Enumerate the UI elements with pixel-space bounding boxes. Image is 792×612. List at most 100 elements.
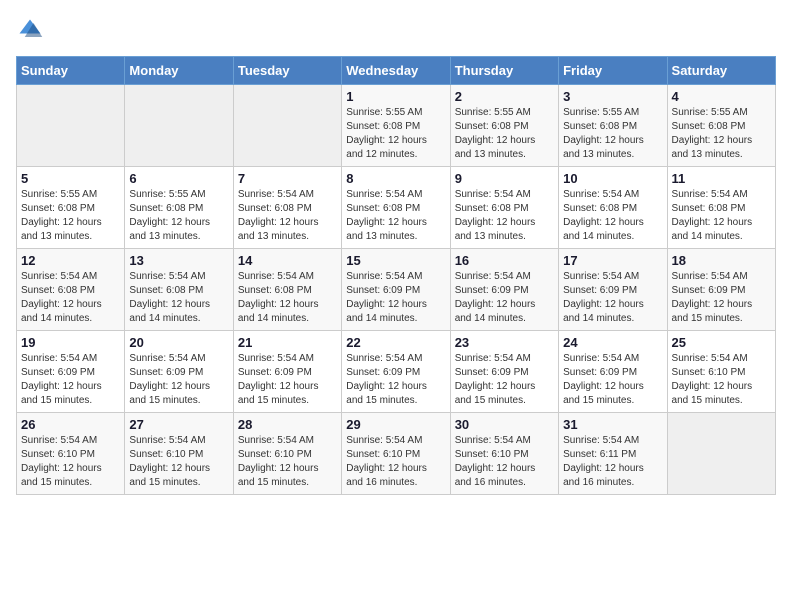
day-info: Sunrise: 5:54 AM Sunset: 6:08 PM Dayligh… <box>455 188 554 244</box>
day-number: 5 <box>21 171 120 186</box>
day-number: 10 <box>563 171 662 186</box>
calendar-day-29: 29 Sunrise: 5:54 AM Sunset: 6:10 PM Dayli… <box>342 413 450 495</box>
weekday-header-thursday: Thursday <box>450 57 558 85</box>
day-number: 8 <box>346 171 445 186</box>
calendar-day-11: 11 Sunrise: 5:54 AM Sunset: 6:08 PM Dayli… <box>667 167 775 249</box>
calendar-empty-cell <box>125 85 233 167</box>
day-info: Sunrise: 5:54 AM Sunset: 6:09 PM Dayligh… <box>346 352 445 408</box>
day-number: 21 <box>238 335 337 350</box>
day-info: Sunrise: 5:54 AM Sunset: 6:10 PM Dayligh… <box>346 434 445 490</box>
calendar-week-row: 12Sunrise: 5:54 AM Sunset: 6:08 PM Dayli… <box>17 249 776 331</box>
day-info: Sunrise: 5:54 AM Sunset: 6:09 PM Dayligh… <box>21 352 120 408</box>
day-info: Sunrise: 5:55 AM Sunset: 6:08 PM Dayligh… <box>346 106 445 162</box>
day-info: Sunrise: 5:54 AM Sunset: 6:11 PM Dayligh… <box>563 434 662 490</box>
weekday-header-row: SundayMondayTuesdayWednesdayThursdayFrid… <box>17 57 776 85</box>
calendar-day-31: 31 Sunrise: 5:54 AM Sunset: 6:11 PM Dayli… <box>559 413 667 495</box>
day-info: Sunrise: 5:54 AM Sunset: 6:08 PM Dayligh… <box>238 188 337 244</box>
day-number: 19 <box>21 335 120 350</box>
day-number: 26 <box>21 417 120 432</box>
day-info: Sunrise: 5:55 AM Sunset: 6:08 PM Dayligh… <box>672 106 771 162</box>
calendar-day-19: 19 Sunrise: 5:54 AM Sunset: 6:09 PM Dayli… <box>17 331 125 413</box>
day-number: 7 <box>238 171 337 186</box>
calendar-day-28: 28 Sunrise: 5:54 AM Sunset: 6:10 PM Dayli… <box>233 413 341 495</box>
day-number: 23 <box>455 335 554 350</box>
calendar-day-7: 7 Sunrise: 5:54 AM Sunset: 6:08 PM Daylig… <box>233 167 341 249</box>
day-number: 3 <box>563 89 662 104</box>
calendar-day-27: 27 Sunrise: 5:54 AM Sunset: 6:10 PM Dayli… <box>125 413 233 495</box>
day-info: Sunrise: 5:54 AM Sunset: 6:09 PM Dayligh… <box>238 352 337 408</box>
day-number: 31 <box>563 417 662 432</box>
day-number: 29 <box>346 417 445 432</box>
day-info: Sunrise: 5:54 AM Sunset: 6:08 PM Dayligh… <box>672 188 771 244</box>
day-info: Sunrise: 5:54 AM Sunset: 6:09 PM Dayligh… <box>346 270 445 326</box>
calendar-day-5: 5 Sunrise: 5:55 AM Sunset: 6:08 PM Daylig… <box>17 167 125 249</box>
calendar-day-3: 3 Sunrise: 5:55 AM Sunset: 6:08 PM Daylig… <box>559 85 667 167</box>
day-number: 17 <box>563 253 662 268</box>
day-info: Sunrise: 5:55 AM Sunset: 6:08 PM Dayligh… <box>455 106 554 162</box>
day-number: 14 <box>238 253 337 268</box>
day-number: 28 <box>238 417 337 432</box>
day-number: 1 <box>346 89 445 104</box>
calendar-empty-cell <box>233 85 341 167</box>
weekday-header-wednesday: Wednesday <box>342 57 450 85</box>
weekday-header-saturday: Saturday <box>667 57 775 85</box>
calendar-day-16: 16 Sunrise: 5:54 AM Sunset: 6:09 PM Dayli… <box>450 249 558 331</box>
calendar-empty-cell <box>17 85 125 167</box>
day-info: Sunrise: 5:54 AM Sunset: 6:09 PM Dayligh… <box>563 270 662 326</box>
day-info: Sunrise: 5:54 AM Sunset: 6:10 PM Dayligh… <box>672 352 771 408</box>
calendar-day-26: 26 Sunrise: 5:54 AM Sunset: 6:10 PM Dayli… <box>17 413 125 495</box>
day-number: 13 <box>129 253 228 268</box>
calendar-day-10: 10 Sunrise: 5:54 AM Sunset: 6:08 PM Dayli… <box>559 167 667 249</box>
day-info: Sunrise: 5:55 AM Sunset: 6:08 PM Dayligh… <box>129 188 228 244</box>
calendar-table: SundayMondayTuesdayWednesdayThursdayFrid… <box>16 56 776 495</box>
day-number: 22 <box>346 335 445 350</box>
weekday-header-tuesday: Tuesday <box>233 57 341 85</box>
calendar-day-22: 22 Sunrise: 5:54 AM Sunset: 6:09 PM Dayli… <box>342 331 450 413</box>
calendar-day-18: 18Sunrise: 5:54 AM Sunset: 6:09 PM Dayli… <box>667 249 775 331</box>
calendar-day-25: 25Sunrise: 5:54 AM Sunset: 6:10 PM Dayli… <box>667 331 775 413</box>
calendar-day-15: 15 Sunrise: 5:54 AM Sunset: 6:09 PM Dayli… <box>342 249 450 331</box>
day-info: Sunrise: 5:55 AM Sunset: 6:08 PM Dayligh… <box>21 188 120 244</box>
calendar-day-2: 2 Sunrise: 5:55 AM Sunset: 6:08 PM Daylig… <box>450 85 558 167</box>
page-header <box>16 16 776 44</box>
calendar-day-23: 23Sunrise: 5:54 AM Sunset: 6:09 PM Dayli… <box>450 331 558 413</box>
day-number: 11 <box>672 171 771 186</box>
day-info: Sunrise: 5:54 AM Sunset: 6:10 PM Dayligh… <box>238 434 337 490</box>
day-number: 15 <box>346 253 445 268</box>
day-info: Sunrise: 5:54 AM Sunset: 6:08 PM Dayligh… <box>238 270 337 326</box>
day-number: 27 <box>129 417 228 432</box>
day-info: Sunrise: 5:54 AM Sunset: 6:08 PM Dayligh… <box>21 270 120 326</box>
day-number: 16 <box>455 253 554 268</box>
day-info: Sunrise: 5:54 AM Sunset: 6:08 PM Dayligh… <box>129 270 228 326</box>
calendar-week-row: 26 Sunrise: 5:54 AM Sunset: 6:10 PM Dayli… <box>17 413 776 495</box>
day-number: 30 <box>455 417 554 432</box>
day-number: 2 <box>455 89 554 104</box>
calendar-day-17: 17 Sunrise: 5:54 AM Sunset: 6:09 PM Dayli… <box>559 249 667 331</box>
weekday-header-sunday: Sunday <box>17 57 125 85</box>
calendar-day-1: 1 Sunrise: 5:55 AM Sunset: 6:08 PM Daylig… <box>342 85 450 167</box>
day-info: Sunrise: 5:54 AM Sunset: 6:09 PM Dayligh… <box>455 270 554 326</box>
calendar-day-8: 8 Sunrise: 5:54 AM Sunset: 6:08 PM Daylig… <box>342 167 450 249</box>
calendar-day-9: 9 Sunrise: 5:54 AM Sunset: 6:08 PM Daylig… <box>450 167 558 249</box>
day-number: 24 <box>563 335 662 350</box>
day-number: 20 <box>129 335 228 350</box>
calendar-day-13: 13 Sunrise: 5:54 AM Sunset: 6:08 PM Dayli… <box>125 249 233 331</box>
day-info: Sunrise: 5:54 AM Sunset: 6:10 PM Dayligh… <box>21 434 120 490</box>
calendar-day-12: 12Sunrise: 5:54 AM Sunset: 6:08 PM Dayli… <box>17 249 125 331</box>
calendar-week-row: 1 Sunrise: 5:55 AM Sunset: 6:08 PM Daylig… <box>17 85 776 167</box>
day-info: Sunrise: 5:54 AM Sunset: 6:08 PM Dayligh… <box>346 188 445 244</box>
calendar-day-14: 14 Sunrise: 5:54 AM Sunset: 6:08 PM Dayli… <box>233 249 341 331</box>
day-info: Sunrise: 5:54 AM Sunset: 6:08 PM Dayligh… <box>563 188 662 244</box>
logo <box>16 16 48 44</box>
day-number: 9 <box>455 171 554 186</box>
weekday-header-monday: Monday <box>125 57 233 85</box>
calendar-day-24: 24 Sunrise: 5:54 AM Sunset: 6:09 PM Dayli… <box>559 331 667 413</box>
day-number: 18 <box>672 253 771 268</box>
calendar-empty-cell <box>667 413 775 495</box>
calendar-day-30: 30 Sunrise: 5:54 AM Sunset: 6:10 PM Dayli… <box>450 413 558 495</box>
calendar-week-row: 5 Sunrise: 5:55 AM Sunset: 6:08 PM Daylig… <box>17 167 776 249</box>
day-info: Sunrise: 5:54 AM Sunset: 6:10 PM Dayligh… <box>455 434 554 490</box>
day-info: Sunrise: 5:54 AM Sunset: 6:10 PM Dayligh… <box>129 434 228 490</box>
day-info: Sunrise: 5:55 AM Sunset: 6:08 PM Dayligh… <box>563 106 662 162</box>
day-info: Sunrise: 5:54 AM Sunset: 6:09 PM Dayligh… <box>563 352 662 408</box>
